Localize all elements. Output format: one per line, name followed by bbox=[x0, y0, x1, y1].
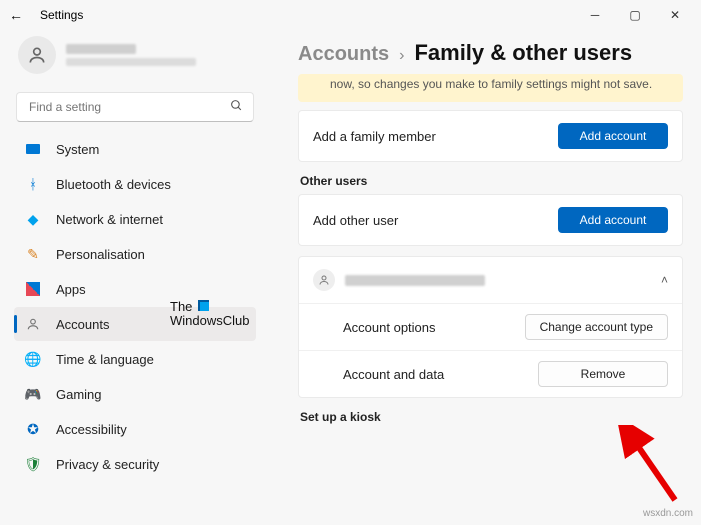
chevron-up-icon: ˄ bbox=[661, 273, 668, 287]
person-icon bbox=[313, 269, 335, 291]
globe-icon: 🌐 bbox=[24, 350, 42, 368]
page-title: Family & other users bbox=[414, 40, 632, 66]
other-user-name bbox=[345, 275, 651, 286]
profile-block[interactable] bbox=[14, 30, 256, 88]
sidebar-item-label: System bbox=[56, 142, 99, 157]
breadcrumb-parent[interactable]: Accounts bbox=[298, 43, 389, 66]
profile-text bbox=[66, 44, 196, 66]
sidebar-item-label: Accounts bbox=[56, 317, 109, 332]
sidebar-item-label: Privacy & security bbox=[56, 457, 159, 472]
source-watermark: wsxdn.com bbox=[643, 508, 693, 519]
remove-button[interactable]: Remove bbox=[538, 361, 668, 387]
bluetooth-icon: ᚼ bbox=[24, 175, 42, 193]
account-data-label: Account and data bbox=[343, 367, 444, 382]
breadcrumb: Accounts › Family & other users bbox=[298, 40, 683, 66]
banner-text: now, so changes you make to family setti… bbox=[330, 77, 652, 91]
sidebar-item-label: Accessibility bbox=[56, 422, 127, 437]
change-account-type-button[interactable]: Change account type bbox=[525, 314, 668, 340]
gamepad-icon: 🎮 bbox=[24, 385, 42, 403]
sidebar-item-network[interactable]: ◆ Network & internet bbox=[14, 202, 256, 236]
add-other-label: Add other user bbox=[313, 213, 398, 228]
close-button[interactable]: ✕ bbox=[655, 1, 695, 29]
sidebar-item-accessibility[interactable]: ✪ Accessibility bbox=[14, 412, 256, 446]
minimize-button[interactable]: ─ bbox=[575, 1, 615, 29]
add-other-account-button[interactable]: Add account bbox=[558, 207, 668, 233]
watermark: The WindowsClub bbox=[170, 300, 249, 329]
sidebar-item-label: Personalisation bbox=[56, 247, 145, 262]
sidebar-item-label: Apps bbox=[56, 282, 86, 297]
sidebar-item-label: Bluetooth & devices bbox=[56, 177, 171, 192]
sidebar-item-gaming[interactable]: 🎮 Gaming bbox=[14, 377, 256, 411]
add-family-label: Add a family member bbox=[313, 129, 436, 144]
sidebar-item-label: Network & internet bbox=[56, 212, 163, 227]
kiosk-heading: Set up a kiosk bbox=[300, 410, 683, 424]
wifi-icon: ◆ bbox=[24, 210, 42, 228]
window-title: Settings bbox=[40, 8, 83, 22]
search-input[interactable] bbox=[27, 99, 207, 115]
avatar bbox=[18, 36, 56, 74]
sidebar-item-personalisation[interactable]: ✎ Personalisation bbox=[14, 237, 256, 271]
accessibility-icon: ✪ bbox=[24, 420, 42, 438]
apps-icon bbox=[24, 280, 42, 298]
sidebar-item-privacy[interactable]: 🛡 Privacy & security bbox=[14, 447, 256, 481]
chevron-right-icon: › bbox=[399, 47, 404, 65]
other-users-heading: Other users bbox=[300, 174, 683, 188]
display-icon bbox=[24, 140, 42, 158]
back-button[interactable]: ← bbox=[6, 7, 26, 23]
sidebar-item-label: Gaming bbox=[56, 387, 102, 402]
sidebar-item-time[interactable]: 🌐 Time & language bbox=[14, 342, 256, 376]
account-options-label: Account options bbox=[343, 320, 436, 335]
add-family-account-button[interactable]: Add account bbox=[558, 123, 668, 149]
sidebar-item-system[interactable]: System bbox=[14, 132, 256, 166]
search-icon bbox=[230, 99, 243, 115]
person-icon bbox=[24, 315, 42, 333]
sidebar-item-label: Time & language bbox=[56, 352, 154, 367]
other-user-row[interactable]: ˄ bbox=[299, 257, 682, 303]
brush-icon: ✎ bbox=[24, 245, 42, 263]
shield-icon: 🛡 bbox=[24, 455, 42, 473]
warning-banner: now, so changes you make to family setti… bbox=[298, 74, 683, 102]
sidebar-item-bluetooth[interactable]: ᚼ Bluetooth & devices bbox=[14, 167, 256, 201]
maximize-button[interactable]: ▢ bbox=[615, 1, 655, 29]
search-box[interactable] bbox=[16, 92, 254, 122]
